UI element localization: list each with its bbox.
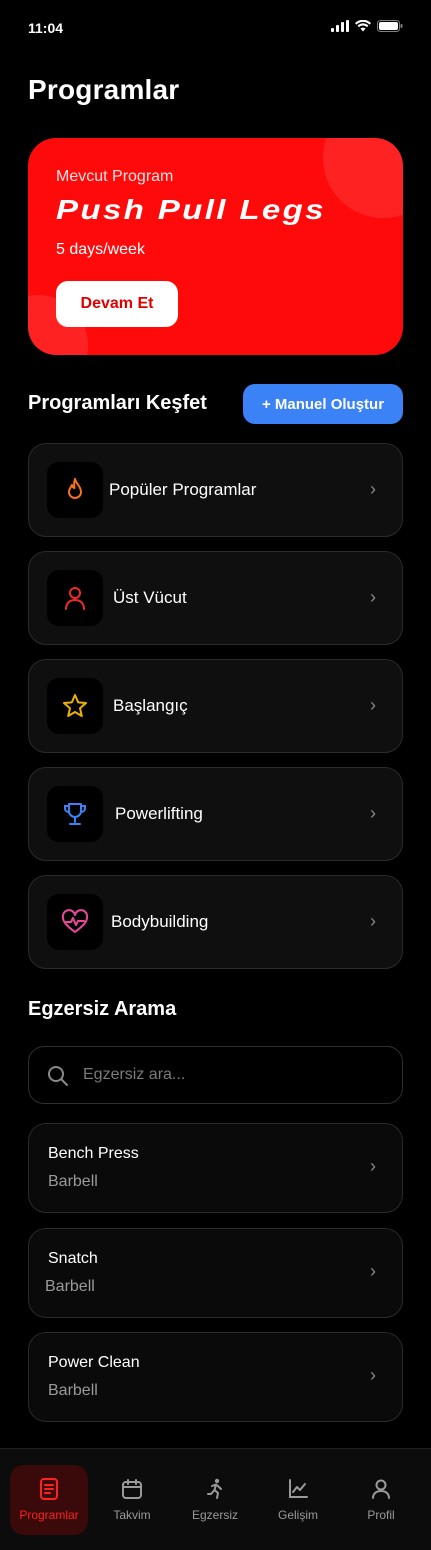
exercise-equipment: Barbell — [48, 1173, 98, 1190]
current-program-frequency: 5 days/week — [56, 241, 145, 258]
status-icons — [331, 20, 403, 32]
tab-programlar[interactable]: Programlar — [10, 1465, 88, 1535]
category-powerlifting[interactable]: Powerlifting › — [28, 767, 403, 861]
exercise-item-bench-press[interactable]: Bench Press Barbell › — [28, 1123, 403, 1213]
tab-label: Gelişim — [277, 1508, 318, 1522]
search-input[interactable] — [83, 1047, 383, 1103]
page-title: Programlar — [28, 74, 180, 105]
heart-pulse-icon — [61, 909, 89, 933]
tab-egzersiz[interactable]: Egzersiz — [176, 1465, 254, 1535]
chevron-right-icon: › — [370, 1156, 376, 1176]
tab-profil[interactable]: Profil — [342, 1465, 420, 1535]
calendar-icon — [122, 1479, 142, 1499]
category-beginner[interactable]: Başlangıç › — [28, 659, 403, 753]
search-icon — [48, 1066, 68, 1086]
chevron-right-icon: › — [370, 587, 376, 607]
current-program-card[interactable]: Mevcut Program Push Pull Legs 5 days/wee… — [28, 138, 403, 355]
category-label: Popüler Programlar — [109, 480, 257, 499]
chevron-right-icon: › — [370, 1365, 376, 1385]
category-upper-body[interactable]: Üst Vücut › — [28, 551, 403, 645]
chevron-right-icon: › — [370, 479, 376, 499]
flame-icon — [68, 478, 82, 499]
user-icon — [372, 1479, 390, 1499]
chevron-right-icon: › — [370, 911, 376, 931]
battery-icon — [377, 20, 403, 32]
category-label: Başlangıç — [113, 696, 188, 715]
chart-icon — [289, 1479, 308, 1498]
continue-button[interactable]: Devam Et — [56, 281, 178, 327]
decorative-circle — [323, 138, 403, 218]
exercise-search-title: Egzersiz Arama — [28, 998, 177, 1020]
exercise-name: Bench Press — [48, 1145, 139, 1162]
tab-label: Takvim — [113, 1508, 151, 1522]
manual-create-button[interactable]: + Manuel Oluştur — [243, 384, 403, 424]
chevron-right-icon: › — [370, 803, 376, 823]
category-label: Üst Vücut — [113, 588, 187, 607]
category-popular-programs[interactable]: Popüler Programlar › — [28, 443, 403, 537]
tab-gelisim[interactable]: Gelişim — [259, 1465, 337, 1535]
star-icon — [63, 694, 87, 717]
status-time: 11:04 — [28, 20, 64, 36]
current-program-label: Mevcut Program — [56, 168, 174, 185]
bottom-tab-bar: Programlar Takvim Egzersiz Gelişim Profi… — [0, 1448, 431, 1550]
tab-takvim[interactable]: Takvim — [93, 1465, 171, 1535]
exercise-item-snatch[interactable]: Snatch Barbell › — [28, 1228, 403, 1318]
wifi-icon — [355, 20, 371, 32]
search-box[interactable] — [28, 1046, 403, 1104]
exercise-equipment: Barbell — [48, 1382, 98, 1399]
trophy-icon — [64, 803, 86, 825]
exercise-name: Power Clean — [48, 1354, 140, 1371]
tab-label: Programlar — [19, 1508, 79, 1522]
document-icon — [40, 1478, 58, 1500]
exercise-equipment: Barbell — [45, 1278, 95, 1295]
current-program-name: Push Pull Legs — [56, 194, 326, 225]
category-label: Bodybuilding — [111, 912, 209, 931]
tab-label: Profil — [367, 1508, 395, 1522]
person-icon — [65, 587, 85, 610]
chevron-right-icon: › — [370, 1261, 376, 1281]
category-bodybuilding[interactable]: Bodybuilding › — [28, 875, 403, 969]
exercise-name: Snatch — [48, 1250, 98, 1267]
category-label: Powerlifting — [115, 804, 203, 823]
signal-icon — [331, 20, 349, 32]
running-icon — [207, 1478, 222, 1499]
explore-title: Programları Keşfet — [28, 392, 207, 414]
chevron-right-icon: › — [370, 695, 376, 715]
exercise-item-power-clean[interactable]: Power Clean Barbell › — [28, 1332, 403, 1422]
status-bar: 11:04 — [0, 0, 431, 56]
tab-label: Egzersiz — [191, 1508, 238, 1522]
